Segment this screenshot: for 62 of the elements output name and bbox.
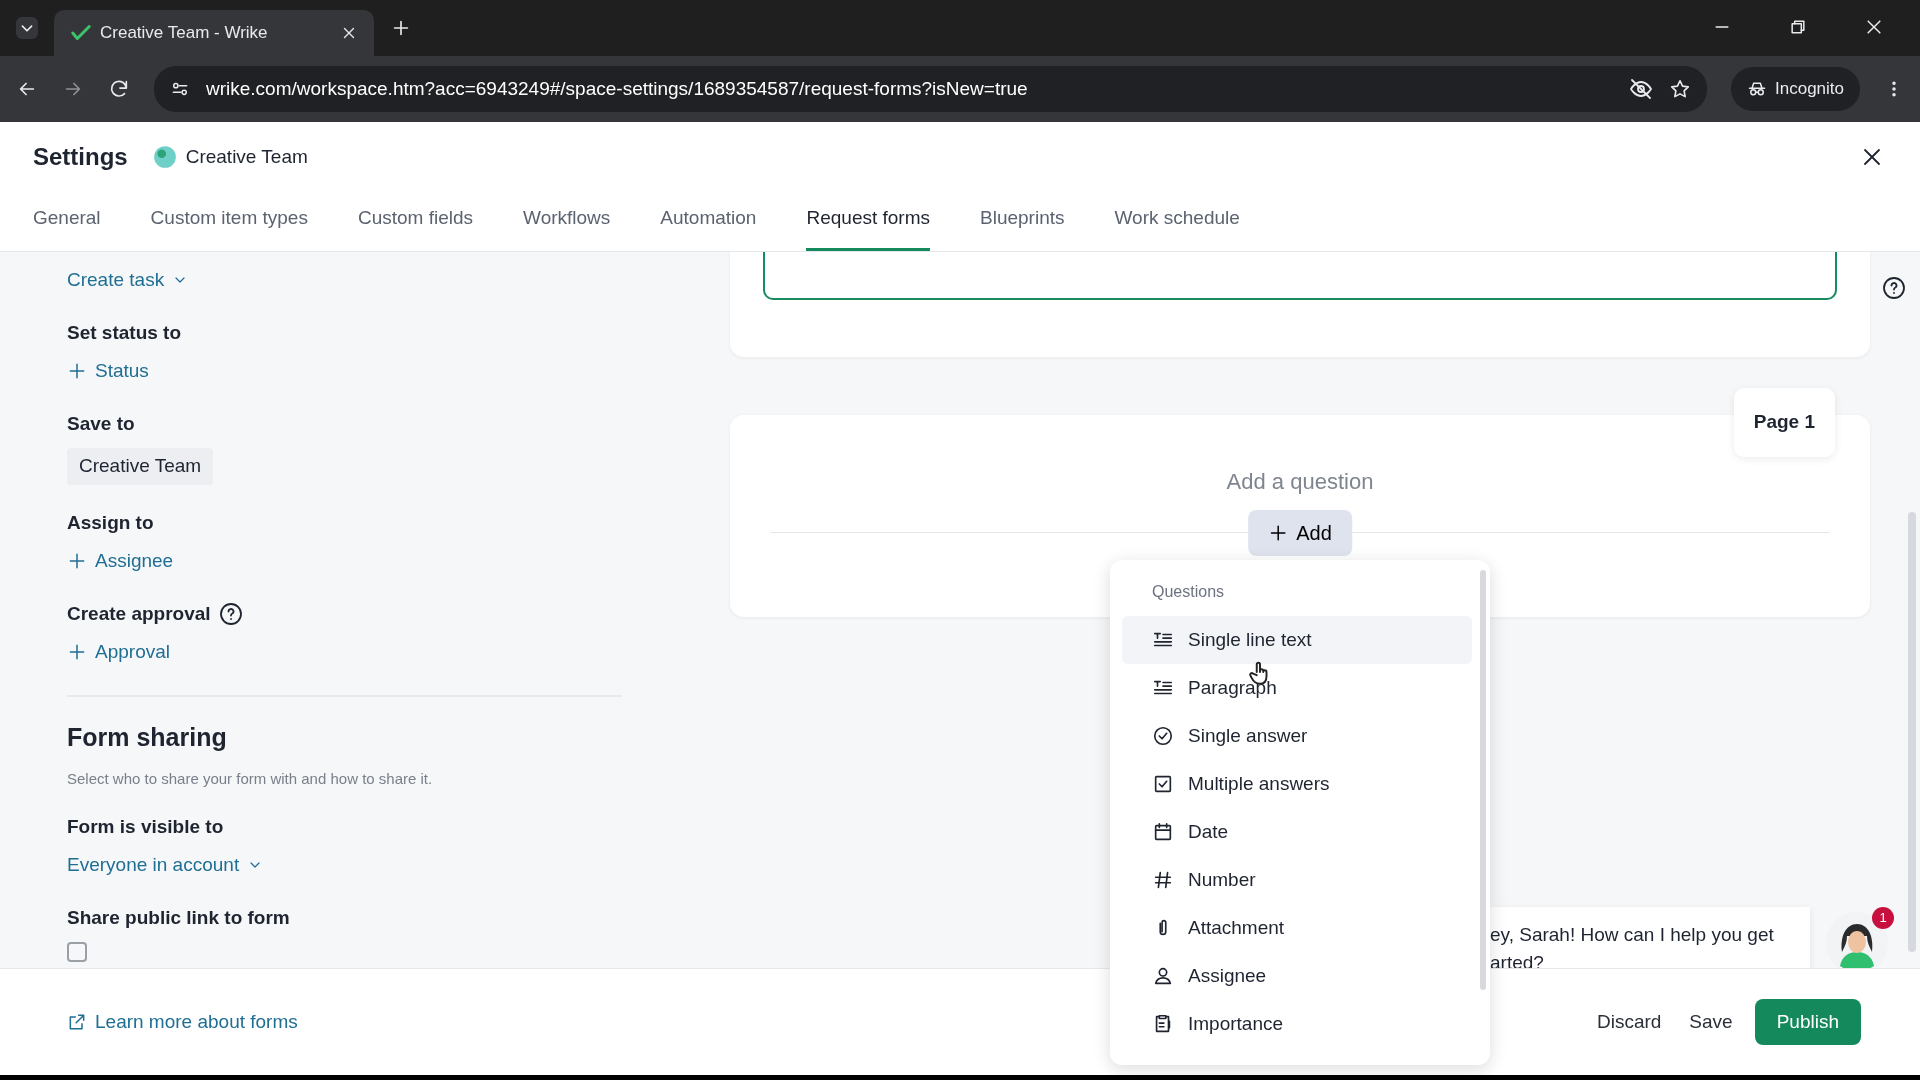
menu-item[interactable]: Assignee xyxy=(1122,952,1472,1000)
settings-tab[interactable]: Blueprints xyxy=(980,203,1065,251)
tab-list-icon[interactable] xyxy=(16,17,38,39)
settings-tab[interactable]: Custom fields xyxy=(357,203,474,251)
learn-more-link[interactable]: Learn more about forms xyxy=(67,1007,298,1037)
text-field[interactable] xyxy=(763,252,1837,300)
help-icon[interactable] xyxy=(1882,276,1906,300)
menu-item[interactable]: Single answer xyxy=(1122,712,1472,760)
hash-icon xyxy=(1152,869,1174,891)
external-link-icon xyxy=(67,1012,87,1032)
incognito-icon xyxy=(1747,79,1767,99)
reload-icon[interactable] xyxy=(108,78,130,100)
menu-header: Questions xyxy=(1151,582,1226,602)
check-circle-icon xyxy=(1152,725,1174,747)
menu-item[interactable]: Date xyxy=(1122,808,1472,856)
page-tab[interactable]: Page 1 xyxy=(1733,388,1835,457)
footer-button[interactable]: Save xyxy=(1683,1006,1739,1038)
menu-item[interactable]: Attachment xyxy=(1122,904,1472,952)
settings-tab[interactable]: Workflows xyxy=(523,203,611,251)
help-icon[interactable] xyxy=(218,601,243,626)
add-link[interactable]: Assignee xyxy=(67,547,174,576)
field-label: Share public link to form xyxy=(67,905,291,930)
section-description: Select who to share your form with and how to share it. xyxy=(67,769,434,789)
space-avatar-icon xyxy=(151,144,178,170)
field-label: Assign to xyxy=(67,510,154,535)
section-title: Form sharing xyxy=(67,721,228,753)
menu-item[interactable]: Number xyxy=(1122,856,1472,904)
settings-tab[interactable]: General xyxy=(33,203,101,251)
scrollbar[interactable] xyxy=(1908,512,1916,952)
checkbox-icon xyxy=(1152,773,1174,795)
field-label: Save to xyxy=(67,411,135,436)
chat-message: ey, Sarah! How can I help you get arted? xyxy=(1490,907,1810,968)
menu-item[interactable]: Paragraph xyxy=(1122,664,1472,712)
field-label: Create approval xyxy=(67,601,211,626)
add-link[interactable]: Status xyxy=(67,357,149,386)
settings-tab[interactable]: Automation xyxy=(660,203,757,251)
eye-off-icon[interactable] xyxy=(1629,77,1653,101)
menu-item[interactable]: Single line text xyxy=(1122,616,1472,664)
create-type-dropdown[interactable]: Create task xyxy=(67,266,189,295)
star-icon[interactable] xyxy=(1669,78,1691,100)
profile-button[interactable]: Incognito xyxy=(1731,67,1860,111)
settings-tab[interactable]: Custom item types xyxy=(150,203,308,251)
empty-prompt: Add a question xyxy=(1226,469,1374,494)
menu-item[interactable]: Multiple answers xyxy=(1122,760,1472,808)
location-chip[interactable]: Creative Team xyxy=(67,448,214,485)
field-label: Set status to xyxy=(67,320,182,345)
page-title: Settings xyxy=(33,142,128,172)
menu-item[interactable]: Importance xyxy=(1122,1000,1472,1048)
add-button[interactable]: Add xyxy=(1248,510,1352,556)
publish-button[interactable]: Publish xyxy=(1754,998,1861,1046)
notification-badge: 1 xyxy=(1872,907,1894,929)
settings-tab[interactable]: Work schedule xyxy=(1114,203,1240,251)
visibility-dropdown[interactable]: Everyone in account xyxy=(67,851,264,880)
scrollbar[interactable] xyxy=(1480,570,1486,990)
person-icon xyxy=(1152,965,1174,987)
space-name: Creative Team xyxy=(185,144,308,169)
add-link[interactable]: Approval xyxy=(67,638,170,667)
footer-button[interactable]: Discard xyxy=(1590,1006,1668,1038)
checkbox[interactable] xyxy=(67,942,87,962)
field-label: Form is visible to xyxy=(67,814,225,839)
restore-icon[interactable] xyxy=(1788,17,1808,37)
calendar-icon xyxy=(1152,821,1174,843)
